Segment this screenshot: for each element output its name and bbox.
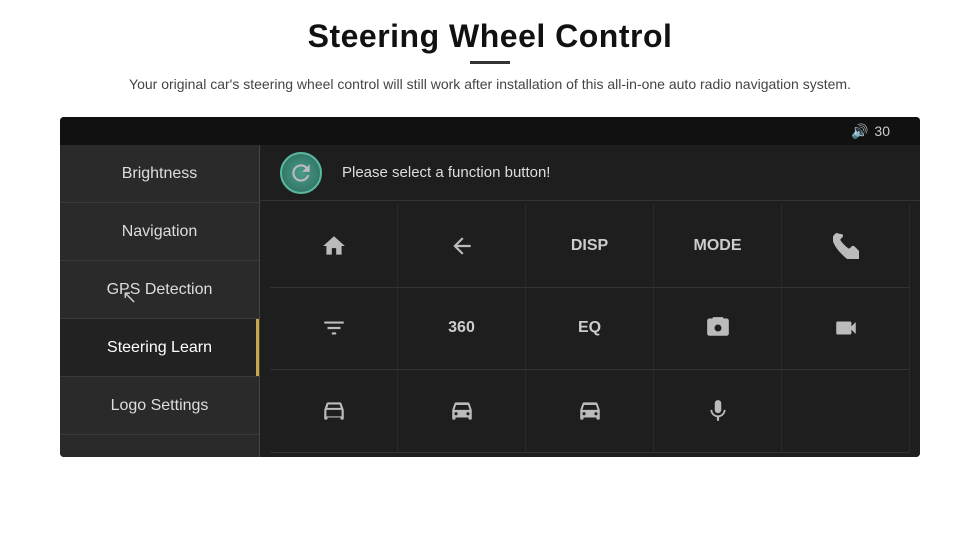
content-grid: DISP MODE <box>260 201 920 457</box>
camera2-icon <box>833 315 859 341</box>
grid-cell-mode[interactable]: MODE <box>654 205 782 288</box>
disp-label: DISP <box>571 237 608 255</box>
equalizer-icon <box>321 315 347 341</box>
grid-cell-equalizer[interactable] <box>270 288 398 371</box>
title-section: Steering Wheel Control Your original car… <box>129 18 851 95</box>
refresh-icon <box>288 160 314 186</box>
grid-cell-360[interactable]: 360 <box>398 288 526 371</box>
eq-label: EQ <box>578 319 601 337</box>
top-bar: 🔊 30 <box>60 117 920 145</box>
grid-cell-mic[interactable] <box>654 370 782 453</box>
camera1-icon <box>705 315 731 341</box>
sidebar-menu: Brightness Navigation GPS Detection Stee… <box>60 145 260 457</box>
page-title: Steering Wheel Control <box>129 18 851 55</box>
refresh-button[interactable] <box>280 152 322 194</box>
sidebar-item-steering-learn[interactable]: Steering Learn <box>60 319 259 377</box>
mic-icon <box>705 398 731 424</box>
radio-ui: 🔊 30 Brightness Navigation GPS Detection… <box>60 117 920 457</box>
content-area: Please select a function button! <box>260 145 920 457</box>
volume-number: 30 <box>874 123 890 139</box>
home-icon <box>321 233 347 259</box>
sidebar-item-gps-detection[interactable]: GPS Detection <box>60 261 259 319</box>
back-icon <box>449 233 475 259</box>
phone-off-icon <box>833 233 859 259</box>
car-back-icon <box>577 398 603 424</box>
grid-cell-car-side[interactable] <box>398 370 526 453</box>
mode-label: MODE <box>694 237 742 255</box>
subtitle: Your original car's steering wheel contr… <box>129 74 851 95</box>
grid-cell-eq[interactable]: EQ <box>526 288 654 371</box>
select-prompt: Please select a function button! <box>342 164 550 181</box>
content-header: Please select a function button! <box>260 145 920 201</box>
label-360: 360 <box>448 319 475 337</box>
sidebar-item-brightness[interactable]: Brightness <box>60 145 259 203</box>
grid-cell-car-front[interactable] <box>270 370 398 453</box>
sidebar-item-logo-settings[interactable]: Logo Settings <box>60 377 259 435</box>
sidebar-item-navigation[interactable]: Navigation <box>60 203 259 261</box>
volume-icon: 🔊 <box>851 123 868 140</box>
title-divider <box>470 61 510 64</box>
grid-cell-car-back[interactable] <box>526 370 654 453</box>
grid-cell-back[interactable] <box>398 205 526 288</box>
car-front-icon <box>321 398 347 424</box>
radio-main: Brightness Navigation GPS Detection Stee… <box>60 145 920 457</box>
car-side-icon <box>449 398 475 424</box>
grid-cell-camera2[interactable] <box>782 288 910 371</box>
page-container: Steering Wheel Control Your original car… <box>0 0 980 544</box>
grid-cell-empty <box>782 370 910 453</box>
grid-cell-home[interactable] <box>270 205 398 288</box>
grid-cell-phone-off[interactable] <box>782 205 910 288</box>
grid-cell-camera1[interactable] <box>654 288 782 371</box>
grid-cell-disp[interactable]: DISP <box>526 205 654 288</box>
